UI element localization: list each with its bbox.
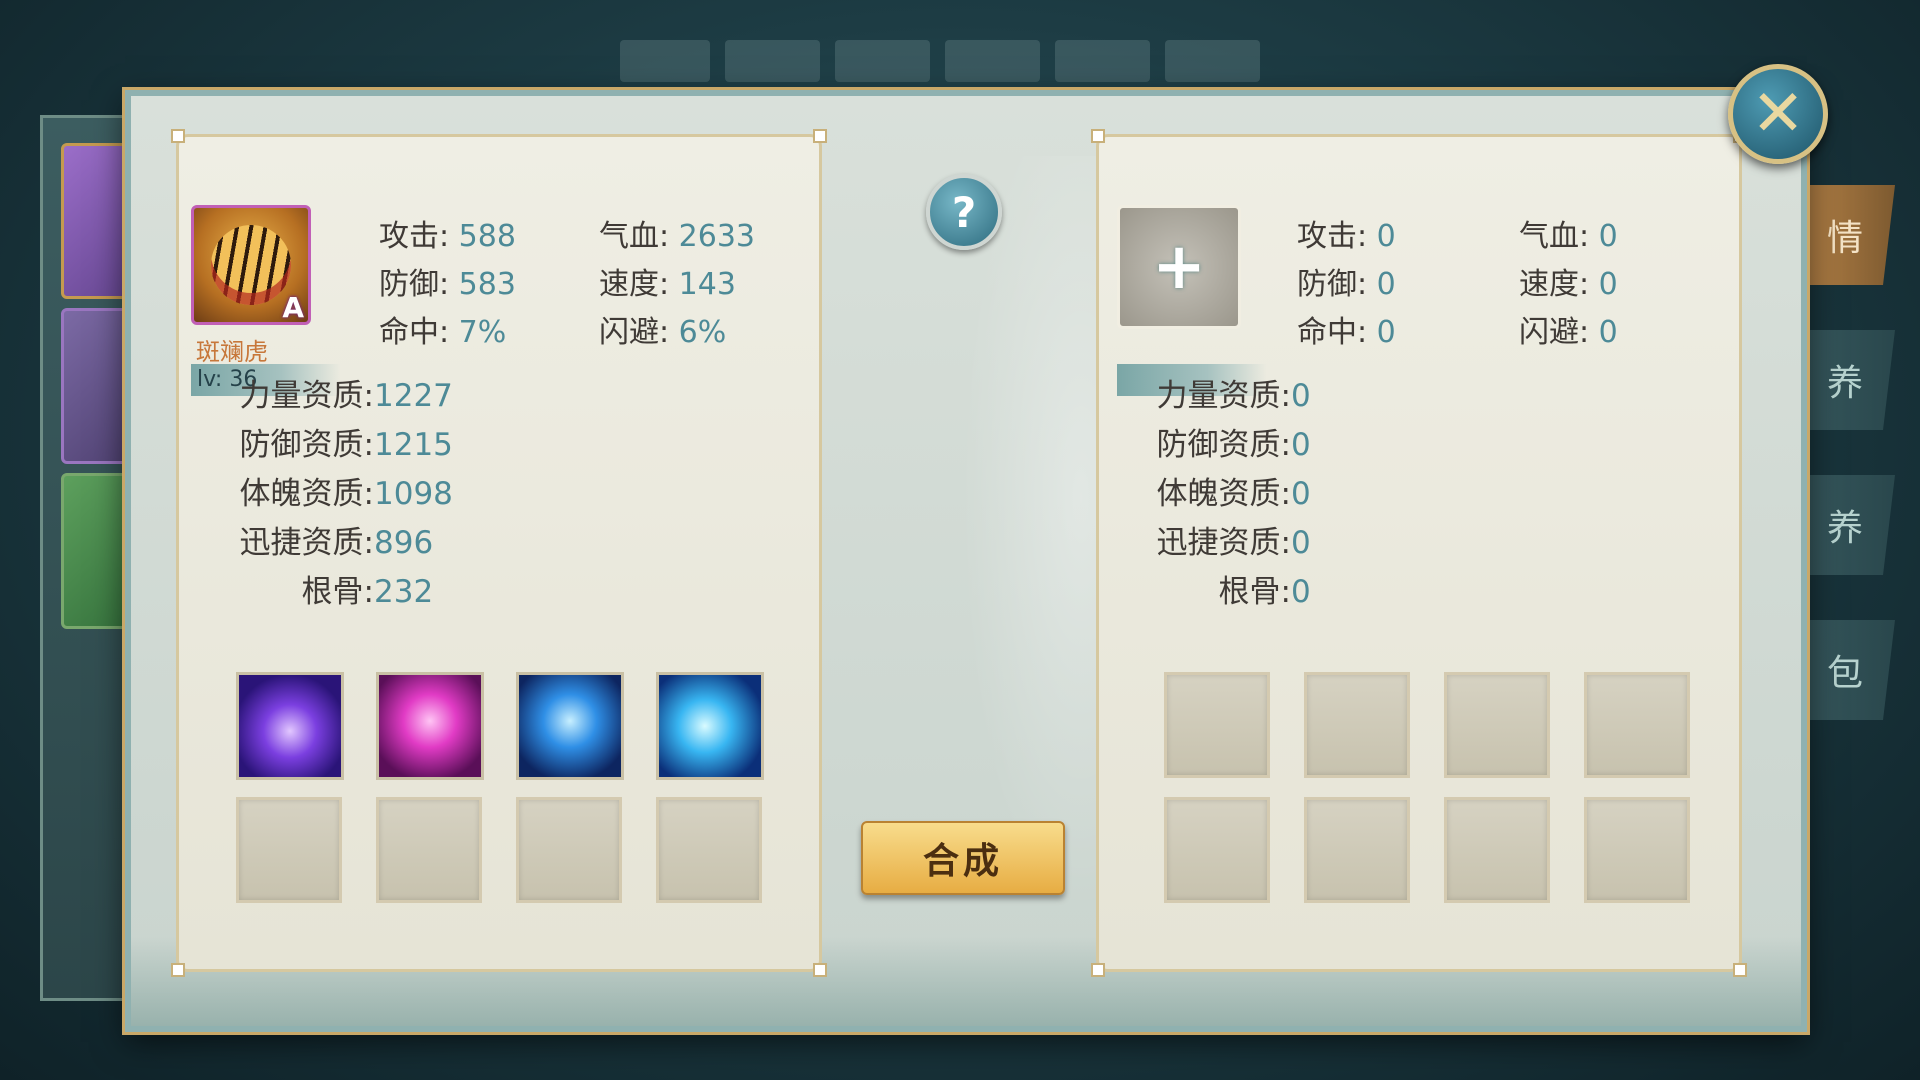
stat-speed: 速度: 0 — [1519, 267, 1618, 302]
synthesis-dialog: A 斑斓虎 lv: 36 攻击: 588 气血: 2633 防御: 583 速度… — [125, 90, 1807, 1032]
empty-skill-slot[interactable] — [1584, 672, 1690, 778]
background-decoration — [835, 40, 930, 82]
corner-ornament — [813, 129, 827, 143]
tiger-portrait-icon — [211, 225, 291, 305]
skill-slot[interactable] — [656, 672, 764, 780]
empty-skill-slot[interactable] — [1164, 797, 1270, 903]
aptitude-row: 迅捷资质:0 — [1156, 525, 1311, 561]
skill-slot[interactable] — [236, 672, 344, 780]
pet-grade: A — [282, 291, 304, 324]
close-button[interactable]: ✕ — [1728, 64, 1828, 164]
background-decoration — [1165, 40, 1260, 82]
combine-button[interactable]: 合成 — [861, 821, 1065, 895]
empty-skill-slot[interactable] — [236, 797, 342, 903]
empty-skill-slot[interactable] — [1304, 797, 1410, 903]
side-tab-label: 包 — [1826, 653, 1863, 694]
purple-spiral-skill-icon — [239, 675, 341, 777]
background-decoration — [725, 40, 820, 82]
blue-chain-skill-icon — [519, 675, 621, 777]
empty-skill-slot[interactable] — [656, 797, 762, 903]
pink-chain-skill-icon — [379, 675, 481, 777]
stat-defense: 防御: 0 — [1297, 267, 1396, 302]
side-tab-details[interactable]: 情 — [1795, 185, 1895, 285]
stat-defense: 防御: 583 — [379, 267, 516, 302]
side-tab-nurture[interactable]: 养 — [1795, 475, 1895, 575]
stat-hit: 命中: 7% — [379, 315, 507, 350]
aptitude-row: 体魄资质:0 — [1156, 476, 1311, 512]
empty-skill-slot[interactable] — [516, 797, 622, 903]
side-tab-label: 养 — [1826, 363, 1863, 404]
aptitude-row: 力量资质:0 — [1156, 378, 1311, 414]
aptitude-row: 防御资质:0 — [1156, 427, 1311, 463]
skill-slot[interactable] — [516, 672, 624, 780]
stat-attack: 攻击: 588 — [379, 219, 516, 254]
side-tab-train[interactable]: 养 — [1795, 330, 1895, 430]
empty-skill-slot[interactable] — [1584, 797, 1690, 903]
aptitude-row: 体魄资质:1098 — [239, 476, 453, 512]
corner-ornament — [1091, 129, 1105, 143]
stat-hp: 气血: 0 — [1519, 219, 1618, 254]
stat-speed: 速度: 143 — [599, 267, 736, 302]
side-tab-label: 养 — [1826, 508, 1863, 549]
background-decoration — [1055, 40, 1150, 82]
corner-ornament — [1733, 963, 1747, 977]
right-pet-card: + 攻击: 0 气血: 0 防御: 0 速度: 0 命中: 0 闪避: 0 力量… — [1091, 129, 1747, 977]
stat-hit: 命中: 0 — [1297, 315, 1396, 350]
add-pet-button[interactable]: + — [1117, 205, 1241, 329]
aptitude-row: 根骨:232 — [301, 574, 434, 610]
side-tab-label: 情 — [1826, 218, 1863, 259]
empty-skill-slot[interactable] — [1444, 797, 1550, 903]
stat-hp: 气血: 2633 — [599, 219, 756, 254]
corner-ornament — [1091, 963, 1105, 977]
empty-skill-slot[interactable] — [376, 797, 482, 903]
left-pet-card: A 斑斓虎 lv: 36 攻击: 588 气血: 2633 防御: 583 速度… — [171, 129, 827, 977]
blue-dragon-skill-icon — [659, 675, 761, 777]
empty-skill-slot[interactable] — [1164, 672, 1270, 778]
aptitude-row: 力量资质:1227 — [239, 378, 453, 414]
stat-attack: 攻击: 0 — [1297, 219, 1396, 254]
stat-dodge: 闪避: 6% — [599, 315, 727, 350]
empty-skill-slot[interactable] — [1304, 672, 1410, 778]
corner-ornament — [171, 129, 185, 143]
close-icon: ✕ — [1751, 77, 1805, 151]
corner-ornament — [813, 963, 827, 977]
background-decoration — [945, 40, 1040, 82]
help-button[interactable]: ? — [926, 174, 1002, 250]
aptitude-row: 防御资质:1215 — [239, 427, 453, 463]
corner-ornament — [171, 963, 185, 977]
pet-portrait[interactable]: A — [191, 205, 311, 325]
pet-name: 斑斓虎 — [196, 338, 268, 366]
aptitude-row: 根骨:0 — [1218, 574, 1311, 610]
skill-slot[interactable] — [376, 672, 484, 780]
empty-skill-slot[interactable] — [1444, 672, 1550, 778]
aptitude-row: 迅捷资质:896 — [239, 525, 434, 561]
plus-icon: + — [1152, 230, 1206, 304]
stat-dodge: 闪避: 0 — [1519, 315, 1618, 350]
background-decoration — [620, 40, 710, 82]
side-tab-bag[interactable]: 包 — [1795, 620, 1895, 720]
